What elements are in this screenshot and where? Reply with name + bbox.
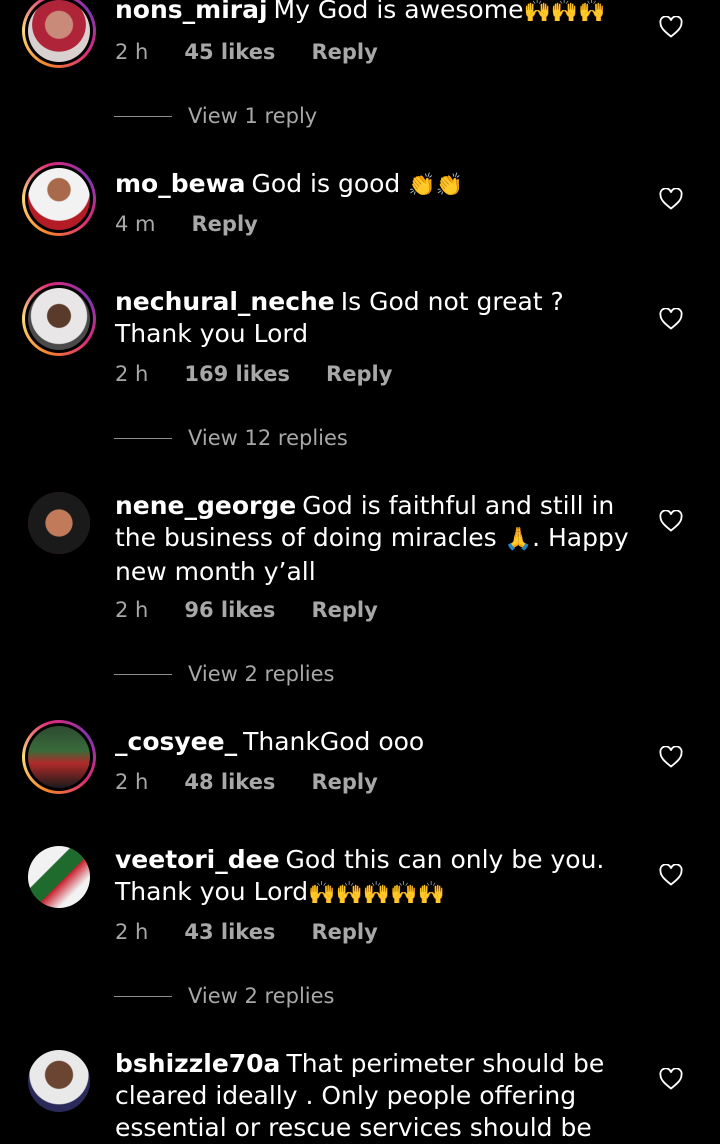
comment-time: 2 h — [115, 40, 149, 64]
comment-time: 2 h — [115, 770, 149, 794]
comment-username[interactable]: nons_miraj — [115, 0, 268, 24]
avatar[interactable] — [28, 492, 90, 554]
heart-icon[interactable] — [659, 510, 683, 532]
view-replies-button[interactable]: View 2 replies — [114, 984, 335, 1008]
view-replies-button[interactable]: View 1 reply — [114, 104, 317, 128]
comment-likes[interactable]: 48 likes — [184, 770, 275, 794]
comment-emoji: 🙏 — [504, 527, 533, 552]
avatar[interactable] — [22, 0, 96, 68]
comment-time: 2 h — [115, 362, 149, 386]
reply-button[interactable]: Reply — [192, 212, 258, 236]
reply-button[interactable]: Reply — [311, 598, 377, 622]
comment-likes[interactable]: 45 likes — [184, 40, 275, 64]
reply-button[interactable]: Reply — [326, 362, 392, 386]
comment-time: 4 m — [115, 212, 156, 236]
comment-username[interactable]: veetori_dee — [115, 845, 280, 874]
divider-line — [114, 995, 172, 997]
view-replies-button[interactable]: View 2 replies — [114, 662, 335, 686]
comment-time: 2 h — [115, 598, 149, 622]
comment-username[interactable]: bshizzle70a — [115, 1049, 280, 1078]
avatar[interactable] — [22, 720, 96, 794]
comment-text: God is good — [251, 169, 401, 198]
heart-icon[interactable] — [659, 746, 683, 768]
comment-time: 2 h — [115, 920, 149, 944]
avatar[interactable] — [22, 162, 96, 236]
comment-username[interactable]: mo_bewa — [115, 169, 246, 198]
reply-button[interactable]: Reply — [311, 40, 377, 64]
divider-line — [114, 115, 172, 117]
divider-line — [114, 437, 172, 439]
heart-icon[interactable] — [659, 188, 683, 210]
heart-icon[interactable] — [659, 16, 683, 38]
comment-likes[interactable]: 169 likes — [184, 362, 290, 386]
comment-emoji: 🙌🙌🙌🙌🙌 — [308, 881, 446, 906]
avatar[interactable] — [22, 282, 96, 356]
heart-icon[interactable] — [659, 308, 683, 330]
avatar[interactable] — [28, 1050, 90, 1112]
comment-emoji: 👏👏 — [408, 173, 464, 198]
divider-line — [114, 673, 172, 675]
view-replies-button[interactable]: View 12 replies — [114, 426, 348, 450]
comment-likes[interactable]: 96 likes — [184, 598, 275, 622]
comment-likes[interactable]: 43 likes — [184, 920, 275, 944]
heart-icon[interactable] — [659, 1068, 683, 1090]
reply-button[interactable]: Reply — [311, 770, 377, 794]
comment-text: ThankGod ooo — [243, 727, 425, 756]
reply-button[interactable]: Reply — [311, 920, 377, 944]
comment-username[interactable]: _cosyee_ — [115, 727, 237, 756]
avatar[interactable] — [28, 846, 90, 908]
comment-emoji: 🙌🙌🙌 — [523, 0, 606, 24]
heart-icon[interactable] — [659, 864, 683, 886]
comment-text: My God is awesome — [273, 0, 524, 24]
comment-username[interactable]: nene_george — [115, 491, 296, 520]
comment-username[interactable]: nechural_neche — [115, 287, 335, 316]
